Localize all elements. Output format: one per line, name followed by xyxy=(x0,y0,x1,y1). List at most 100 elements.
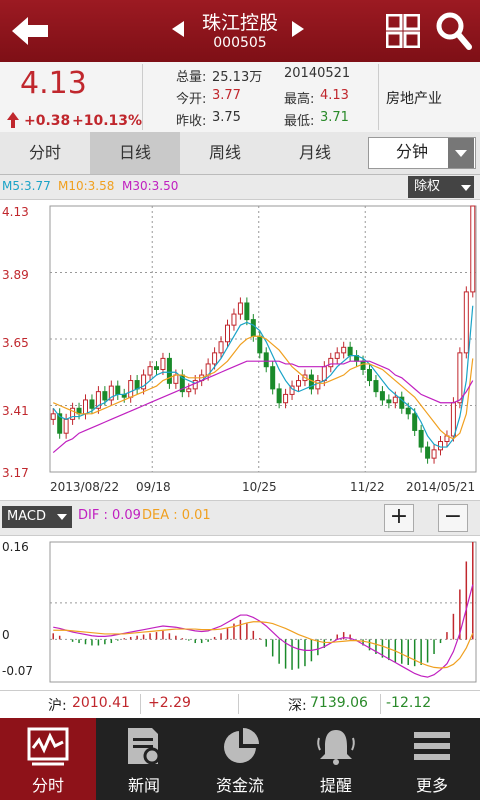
tab-weekly[interactable]: 周线 xyxy=(180,132,270,174)
sz-index-label: 深: xyxy=(288,698,307,714)
candle xyxy=(212,352,218,365)
candle xyxy=(386,399,392,404)
prev-close-value: 3.75 xyxy=(212,110,241,125)
candle xyxy=(89,399,95,409)
minute-dropdown-label: 分钟 xyxy=(395,142,428,161)
divider xyxy=(140,694,141,714)
volume-label: 总量: xyxy=(176,70,207,85)
nav-item-intraday[interactable]: 分时 xyxy=(0,718,96,800)
candle xyxy=(334,352,340,359)
candle xyxy=(367,368,372,382)
candle xyxy=(186,388,192,393)
current-price: 4.13 xyxy=(20,66,87,101)
candle xyxy=(412,413,418,431)
candle xyxy=(405,407,411,415)
candle xyxy=(379,391,385,401)
stock-name: 珠江控股 xyxy=(201,12,278,34)
candle xyxy=(315,380,321,390)
nav-label: 提醒 xyxy=(319,776,352,795)
stock-code: 000505 xyxy=(213,35,267,51)
candle xyxy=(438,441,443,451)
candle xyxy=(244,302,250,321)
candle xyxy=(218,341,224,354)
candle xyxy=(283,393,289,404)
dropdown-arrow-icon xyxy=(461,185,471,191)
high-value: 4.13 xyxy=(320,88,349,103)
candle xyxy=(166,357,172,384)
candle xyxy=(115,385,121,395)
low-value: 3.71 xyxy=(320,110,349,125)
nav-item-alert[interactable]: 提醒 xyxy=(288,718,384,800)
open-label: 今开: xyxy=(176,92,207,107)
indicator-label: MACD xyxy=(7,509,46,524)
sz-index-value: 7139.06 xyxy=(310,695,368,711)
price-change-pct: +10.13% xyxy=(72,113,143,129)
nav-item-more[interactable]: 更多 xyxy=(384,718,480,800)
divider xyxy=(380,694,381,714)
menu-icon xyxy=(414,732,450,760)
x-tick-label: 2013/08/22 xyxy=(50,480,120,494)
candle xyxy=(50,413,56,420)
x-tick-label: 10/25 xyxy=(242,480,277,494)
chart-frame xyxy=(49,205,477,473)
candle xyxy=(237,302,243,315)
macd-y-tick: 0 xyxy=(2,628,10,642)
tab-intraday[interactable]: 分时 xyxy=(0,132,90,174)
high-label: 最高: xyxy=(284,92,315,107)
macd-y-tick: -0.07 xyxy=(2,664,34,678)
y-tick-label: 3.65 xyxy=(2,336,29,350)
dif-line xyxy=(53,584,474,678)
candle xyxy=(250,319,256,337)
next-stock-icon[interactable] xyxy=(292,21,304,37)
zoom-in-button[interactable]: + xyxy=(384,504,414,532)
tab-monthly[interactable]: 月线 xyxy=(270,132,360,174)
prev-close-label: 昨收: xyxy=(176,114,207,129)
y-tick-label: 4.13 xyxy=(2,205,29,219)
nav-item-news[interactable]: 新闻 xyxy=(96,718,192,800)
candle xyxy=(463,291,469,354)
candle xyxy=(147,366,153,376)
dropdown-arrow-icon[interactable] xyxy=(448,138,474,168)
volume-value: 25.13万 xyxy=(212,70,263,85)
candle xyxy=(192,380,198,390)
dea-value: DEA : 0.01 xyxy=(142,508,211,523)
candle xyxy=(418,429,424,448)
macd-frame xyxy=(49,541,477,683)
back-arrow-icon[interactable] xyxy=(10,14,50,48)
sh-index-change: +2.29 xyxy=(148,695,191,711)
nav-item-fund-flow[interactable]: 资金流 xyxy=(192,718,288,800)
candle xyxy=(457,352,463,404)
ma5-label: M5:3.77 xyxy=(2,179,51,193)
candle xyxy=(276,388,282,404)
dropdown-arrow-icon xyxy=(57,514,67,520)
tab-daily[interactable]: 日线 xyxy=(90,132,180,174)
candle xyxy=(321,366,327,382)
up-arrow-icon xyxy=(6,111,20,133)
search-icon[interactable] xyxy=(436,12,472,50)
pie-icon xyxy=(224,728,259,763)
candle xyxy=(373,380,379,393)
chart-icon xyxy=(27,727,69,766)
x-tick-label: 09/18 xyxy=(136,480,171,494)
news-icon xyxy=(128,728,161,765)
zoom-out-button[interactable]: − xyxy=(438,504,468,532)
grid-icon[interactable] xyxy=(386,14,420,48)
dif-value: DIF : 0.09 xyxy=(78,508,141,523)
candle xyxy=(392,396,398,404)
ma5-line xyxy=(52,305,474,448)
ma30-label: M30:3.50 xyxy=(122,179,179,193)
nav-label: 更多 xyxy=(415,776,448,795)
bell-icon xyxy=(317,730,355,765)
adjust-label: 除权 xyxy=(414,179,441,194)
sh-index-value: 2010.41 xyxy=(72,695,130,711)
candle xyxy=(270,366,276,390)
x-tick-label: 2014/05/21 xyxy=(406,480,476,494)
quote-date: 20140521 xyxy=(284,66,351,81)
candle xyxy=(263,352,269,368)
macd-chart[interactable] xyxy=(0,536,480,688)
divider xyxy=(238,694,239,714)
candle xyxy=(83,399,88,415)
candle xyxy=(225,324,230,343)
kline-chart[interactable] xyxy=(0,200,480,500)
macd-y-tick: 0.16 xyxy=(2,540,29,554)
